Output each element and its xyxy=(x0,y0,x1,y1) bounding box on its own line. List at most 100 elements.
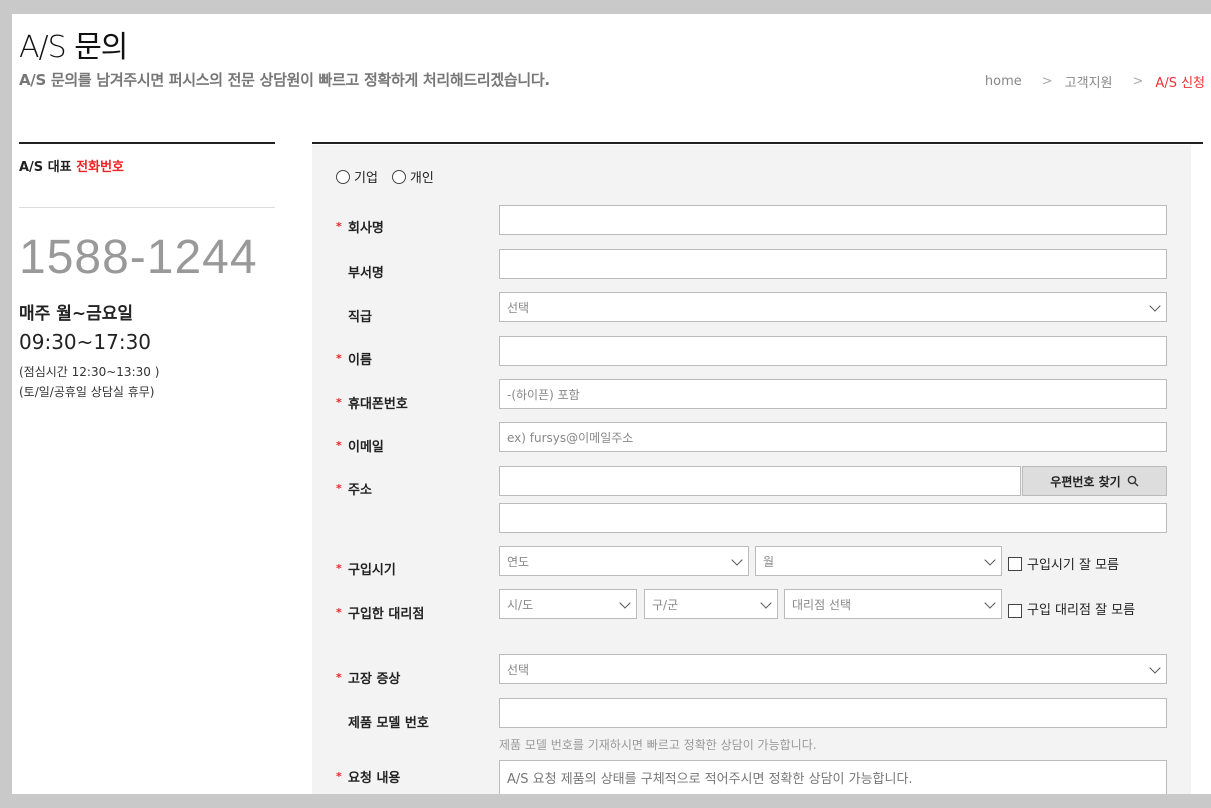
model-hint: 제품 모델 번호를 기재하시면 빠르고 정확한 상담이 가능합니다. xyxy=(499,738,817,752)
mobile-label: * 휴대폰번호 xyxy=(336,393,408,412)
company-input[interactable] xyxy=(499,205,1167,235)
purchase-date-label: * 구입시기 xyxy=(336,559,396,578)
year-select[interactable]: 연도 xyxy=(499,546,749,576)
contact-panel: A/S 대표 전화번호 1588-1244 매주 월~금요일 09:30~17:… xyxy=(19,142,275,402)
divider xyxy=(312,142,1203,144)
page-title: A/S 문의 xyxy=(19,30,128,65)
dealer-label: * 구입한 대리점 xyxy=(336,603,424,622)
label-text: 이메일 xyxy=(348,440,384,455)
dealer-select[interactable]: 대리점 선택 xyxy=(784,589,1002,619)
purchase-date-unknown-checkbox[interactable]: 구입시기 잘 모름 xyxy=(1008,554,1119,573)
chevron-down-icon xyxy=(1149,300,1161,312)
label-text: 구입한 대리점 xyxy=(348,607,425,622)
required-icon: * xyxy=(336,770,342,783)
radio-label: 개인 xyxy=(409,171,434,186)
breadcrumb: home > 고객지원 > A/S 신청 xyxy=(985,72,1205,91)
zip-search-button[interactable]: 우편번호 찾기 xyxy=(1022,466,1167,496)
chevron-down-icon xyxy=(1149,662,1161,674)
label-text: 요청 내용 xyxy=(348,771,401,786)
required-icon: * xyxy=(336,220,342,233)
model-label: 제품 모델 번호 xyxy=(336,712,429,731)
divider xyxy=(19,207,275,208)
chevron-right-icon: > xyxy=(1132,74,1144,89)
select-value: 선택 xyxy=(507,300,530,315)
symptom-label: * 고장 증상 xyxy=(336,668,400,687)
email-input[interactable]: ex) fursys@이메일주소 xyxy=(499,422,1167,452)
email-label: * 이메일 xyxy=(336,436,384,455)
request-label: * 요청 내용 xyxy=(336,767,400,786)
address-label: * 주소 xyxy=(336,479,372,498)
required-icon: * xyxy=(336,396,342,409)
label-text: 부서명 xyxy=(348,266,384,281)
placeholder-text: A/S 요청 제품의 상태를 구체적으로 적어주시면 정확한 상담이 가능합니다… xyxy=(507,772,913,787)
zip-button-label: 우편번호 찾기 xyxy=(1050,474,1121,489)
district-select[interactable]: 구/군 xyxy=(644,589,778,619)
dept-label: 부서명 xyxy=(336,262,384,281)
breadcrumb-support[interactable]: 고객지원 xyxy=(1065,72,1113,91)
symptom-select[interactable]: 선택 xyxy=(499,654,1167,684)
address-detail-input[interactable] xyxy=(499,503,1167,533)
contact-heading-highlight: 전화번호 xyxy=(76,160,124,175)
phone-number: 1588-1244 xyxy=(19,231,258,284)
chevron-down-icon xyxy=(619,597,631,609)
radio-individual[interactable]: 개인 xyxy=(391,167,434,186)
month-select[interactable]: 월 xyxy=(755,546,1002,576)
as-request-form: 기업 개인 * 회사명 부서명 직급 선택 * 이름 * 휴대폰번호 -(하이픈… xyxy=(312,145,1191,794)
divider xyxy=(19,142,275,144)
page-subtitle: A/S 문의를 남겨주시면 퍼시스의 전문 상담원이 빠르고 정확하게 처리해드… xyxy=(19,71,550,89)
contact-heading: A/S 대표 전화번호 xyxy=(19,156,275,175)
breadcrumb-current[interactable]: A/S 신청 xyxy=(1155,72,1205,91)
name-input[interactable] xyxy=(499,336,1167,366)
chevron-down-icon xyxy=(984,554,996,566)
mobile-input[interactable]: -(하이픈) 포함 xyxy=(499,379,1167,409)
request-textarea[interactable]: A/S 요청 제품의 상태를 구체적으로 적어주시면 정확한 상담이 가능합니다… xyxy=(499,760,1167,794)
breadcrumb-home[interactable]: home xyxy=(985,74,1022,89)
checkbox-box[interactable] xyxy=(1008,604,1022,618)
chevron-down-icon xyxy=(760,597,772,609)
label-text: 고장 증상 xyxy=(348,672,401,687)
required-icon: * xyxy=(336,439,342,452)
required-icon: * xyxy=(336,671,342,684)
dept-input[interactable] xyxy=(499,249,1167,279)
required-icon: * xyxy=(336,562,342,575)
required-icon: * xyxy=(336,606,342,619)
zipcode-input[interactable] xyxy=(499,466,1021,496)
select-value: 구/군 xyxy=(652,597,679,612)
position-label: 직급 xyxy=(336,306,372,325)
select-value: 선택 xyxy=(507,662,530,677)
service-notes: (점심시간 12:30~13:30 ) (토/일/공휴일 상담실 휴무) xyxy=(19,362,275,402)
radio-label: 기업 xyxy=(354,171,378,186)
select-value: 연도 xyxy=(507,554,530,569)
label-text: 회사명 xyxy=(348,221,384,236)
required-icon: * xyxy=(336,482,342,495)
dealer-unknown-checkbox[interactable]: 구입 대리점 잘 모름 xyxy=(1008,597,1148,625)
radio-company[interactable]: 기업 xyxy=(336,167,378,186)
model-input[interactable] xyxy=(499,698,1167,728)
customer-type-radios: 기업 개인 xyxy=(336,167,434,186)
checkbox-label: 구입 대리점 잘 모름 xyxy=(1027,603,1136,618)
position-select[interactable]: 선택 xyxy=(499,292,1167,322)
label-text: 이름 xyxy=(348,353,372,368)
city-select[interactable]: 시/도 xyxy=(499,589,637,619)
contact-heading-prefix: A/S 대표 xyxy=(19,160,72,175)
lunch-note: (점심시간 12:30~13:30 ) xyxy=(19,365,160,379)
label-text: 직급 xyxy=(348,310,372,325)
company-label: * 회사명 xyxy=(336,217,384,236)
page: A/S 문의 A/S 문의를 남겨주시면 퍼시스의 전문 상담원이 빠르고 정확… xyxy=(12,14,1211,794)
placeholder-text: ex) fursys@이메일주소 xyxy=(507,430,634,445)
checkbox-box[interactable] xyxy=(1008,556,1022,571)
service-hours: 09:30~17:30 xyxy=(19,330,152,354)
label-text: 휴대폰번호 xyxy=(348,397,408,412)
label-text: 제품 모델 번호 xyxy=(348,716,429,731)
service-days: 매주 월~금요일 xyxy=(19,304,134,324)
required-icon: * xyxy=(336,352,342,365)
checkbox-label: 구입시기 잘 모름 xyxy=(1027,558,1119,573)
label-text: 구입시기 xyxy=(348,563,396,578)
radio-circle[interactable] xyxy=(336,169,350,184)
name-label: * 이름 xyxy=(336,349,372,368)
chevron-down-icon xyxy=(731,554,743,566)
radio-circle[interactable] xyxy=(391,169,406,184)
search-icon xyxy=(1127,475,1139,487)
select-value: 월 xyxy=(763,554,775,569)
chevron-right-icon: > xyxy=(1041,74,1053,89)
